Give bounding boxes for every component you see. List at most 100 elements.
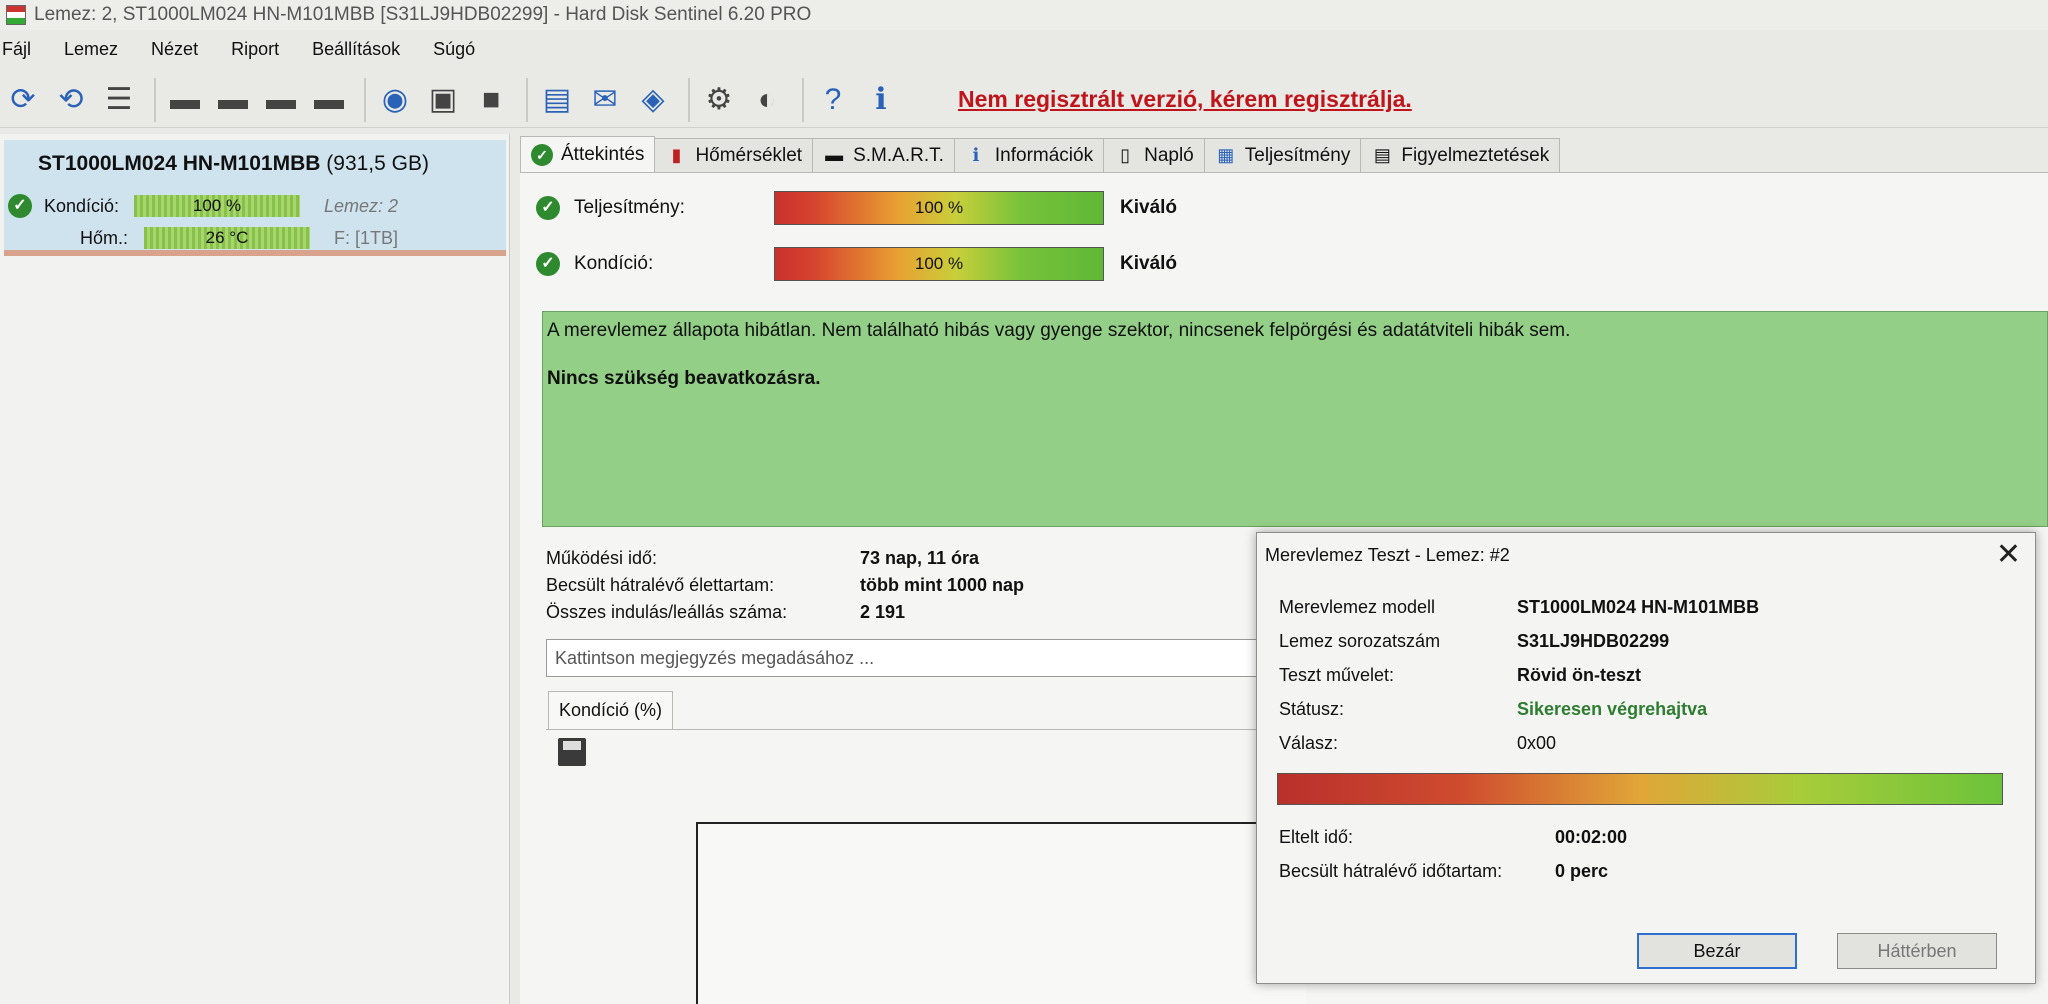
tab-temperature-label: Hőmérséklet bbox=[695, 144, 803, 166]
close-icon[interactable]: ✕ bbox=[1996, 537, 2021, 572]
tab-information-label: Információk bbox=[994, 144, 1094, 166]
status-message: A merevlemez állapota hibátlan. Nem talá… bbox=[547, 320, 1571, 341]
health-rating: Kiváló bbox=[1120, 253, 1178, 274]
health-row: ✓ Kondíció: 100 % Kiváló bbox=[536, 247, 1177, 281]
toolbar-separator bbox=[364, 77, 366, 122]
thermometer-icon: ▮ bbox=[671, 145, 682, 165]
alerts-icon: ▤ bbox=[1373, 145, 1391, 165]
menu-settings[interactable]: Beállítások bbox=[312, 39, 400, 60]
background-button[interactable]: Háttérben bbox=[1837, 933, 1997, 969]
menu-disk[interactable]: Lemez bbox=[64, 39, 118, 60]
stat-row: Összes indulás/leállás száma: 2 191 bbox=[546, 599, 1024, 626]
menu-view[interactable]: Nézet bbox=[151, 39, 198, 60]
operation-value: Rövid ön-teszt bbox=[1517, 665, 1641, 685]
operation-label: Teszt művelet: bbox=[1279, 665, 1395, 685]
disk-volume: F: [1TB] bbox=[334, 227, 399, 248]
comment-field[interactable]: Kattintson megjegyzés megadásához ... bbox=[546, 639, 1286, 677]
tab-log[interactable]: ▯ Napló bbox=[1103, 138, 1205, 172]
app-flag-icon bbox=[6, 5, 26, 25]
menu-report[interactable]: Riport bbox=[231, 39, 279, 60]
info-icon: ℹ bbox=[972, 145, 980, 165]
list-icon[interactable]: ☰ bbox=[98, 79, 140, 121]
serial-value: S31LJ9HDB02299 bbox=[1517, 631, 1670, 651]
elapsed-value: 00:02:00 bbox=[1555, 827, 1628, 847]
tab-smart[interactable]: ▬ S.M.A.R.T. bbox=[812, 138, 955, 172]
check-icon: ✓ bbox=[531, 143, 553, 166]
stat-row: Működési idő: 73 nap, 11 óra bbox=[546, 545, 1024, 572]
tab-smart-label: S.M.A.R.T. bbox=[853, 144, 944, 166]
check-icon: ✓ bbox=[8, 194, 32, 218]
tab-overview-label: Áttekintés bbox=[561, 143, 645, 165]
response-value: 0x00 bbox=[1517, 733, 1557, 753]
disk-condition-bar: 100 % bbox=[134, 195, 300, 217]
elapsed-label: Eltelt idő: bbox=[1279, 827, 1354, 847]
network-icon[interactable]: ◈ bbox=[632, 79, 674, 121]
health-label: Kondíció: bbox=[574, 253, 654, 274]
health-bar: 100 % bbox=[774, 247, 1104, 281]
performance-row: ✓ Teljesítmény: 100 % Kiváló bbox=[536, 191, 1177, 225]
dialog-remaining-row: Becsült hátralévő időtartam: 0 perc bbox=[1279, 861, 1608, 882]
refresh-icon[interactable]: ⟳ bbox=[2, 79, 44, 121]
menu-file[interactable]: Fájl bbox=[2, 39, 31, 60]
tab-overview[interactable]: ✓ Áttekintés bbox=[520, 136, 656, 172]
toolbar: ⟳ ⟲ ☰ ▬ ▬ ▬ ▬ ◉ ▣ ■ ▤ ✉ ◈ ⚙ ◐ ? ℹ Nem re… bbox=[0, 72, 2048, 128]
tab-performance[interactable]: ▦ Teljesítmény bbox=[1203, 138, 1362, 172]
stat-value: 2 191 bbox=[860, 602, 906, 622]
sound-icon[interactable]: ◐ bbox=[746, 79, 788, 121]
menu-help[interactable]: Súgó bbox=[433, 39, 475, 60]
tab-health-chart[interactable]: Kondíció (%) bbox=[548, 691, 674, 729]
title-bar: Lemez: 2, ST1000LM024 HN-M101MBB [S31LJ9… bbox=[0, 0, 2048, 30]
disk-list-pane: ST1000LM024 HN-M101MBB (931,5 GB) ✓ Kond… bbox=[0, 134, 510, 1004]
gear-icon[interactable]: ⚙ bbox=[698, 79, 740, 121]
tab-log-label: Napló bbox=[1144, 144, 1194, 166]
disk-title: ST1000LM024 HN-M101MBB (931,5 GB) bbox=[38, 152, 429, 176]
tab-alerts[interactable]: ▤ Figyelmeztetések bbox=[1360, 138, 1561, 172]
close-button[interactable]: Bezár bbox=[1637, 933, 1797, 969]
test-progress-bar bbox=[1277, 773, 2003, 805]
info-icon[interactable]: ℹ bbox=[860, 79, 902, 121]
log-icon: ▯ bbox=[1120, 145, 1131, 165]
health-chart-panel bbox=[546, 729, 1306, 1004]
refresh-alert-icon[interactable]: ⟲ bbox=[50, 79, 92, 121]
disk-stack-icon[interactable]: ▣ bbox=[422, 79, 464, 121]
register-link[interactable]: Nem regisztrált verzió, kérem regisztrál… bbox=[958, 86, 1412, 113]
stat-row: Becsült hátralévő élettartam: több mint … bbox=[546, 572, 1024, 599]
dialog-title: Merevlemez Teszt - Lemez: #2 bbox=[1265, 545, 1510, 565]
disk-test-icon[interactable]: ▬ bbox=[164, 79, 206, 121]
tab-information[interactable]: ℹ Információk bbox=[953, 138, 1105, 172]
stat-key: Működési idő: bbox=[546, 548, 658, 568]
disk-condition-label: Kondíció: bbox=[44, 195, 120, 216]
disk-check-icon[interactable]: ▬ bbox=[260, 79, 302, 121]
remaining-value: 0 perc bbox=[1555, 861, 1609, 881]
disk-tool-icon[interactable]: ▬ bbox=[308, 79, 350, 121]
dialog-status-row: Státusz: Sikeresen végrehajtva bbox=[1279, 699, 1707, 720]
save-icon[interactable] bbox=[558, 738, 586, 766]
stat-key: Becsült hátralévő élettartam: bbox=[546, 575, 775, 595]
disk-card[interactable]: ST1000LM024 HN-M101MBB (931,5 GB) ✓ Kond… bbox=[4, 140, 506, 256]
disk-stats: Működési idő: 73 nap, 11 óra Becsült hát… bbox=[546, 545, 1024, 626]
toolbar-separator bbox=[526, 77, 528, 122]
tab-temperature[interactable]: ▮ Hőmérséklet bbox=[654, 138, 814, 172]
performance-bar: 100 % bbox=[774, 191, 1104, 225]
check-icon: ✓ bbox=[536, 252, 560, 276]
help-icon[interactable]: ? bbox=[812, 79, 854, 121]
status-value: Sikeresen végrehajtva bbox=[1517, 699, 1708, 719]
dialog-elapsed-row: Eltelt idő: 00:02:00 bbox=[1279, 827, 1627, 848]
toolbar-separator bbox=[688, 77, 690, 122]
drive-icon[interactable]: ■ bbox=[470, 79, 512, 121]
health-chart-area bbox=[696, 822, 1306, 1004]
serial-label: Lemez sorozatszám bbox=[1279, 631, 1441, 651]
report-icon[interactable]: ▤ bbox=[536, 79, 578, 121]
disk-number: Lemez: 2 bbox=[324, 195, 399, 216]
stat-value: 73 nap, 11 óra bbox=[860, 548, 980, 568]
model-label: Merevlemez modell bbox=[1279, 597, 1436, 617]
tab-performance-label: Teljesítmény bbox=[1244, 144, 1351, 166]
action-message: Nincs szükség beavatkozásra. bbox=[547, 368, 821, 389]
dialog-operation-row: Teszt művelet: Rövid ön-teszt bbox=[1279, 665, 1641, 686]
status-label: Státusz: bbox=[1279, 699, 1345, 719]
email-icon[interactable]: ✉ bbox=[584, 79, 626, 121]
response-label: Válasz: bbox=[1279, 733, 1339, 753]
globe-disk-icon[interactable]: ◉ bbox=[374, 79, 416, 121]
menu-bar: Fájl Lemez Nézet Riport Beállítások Súgó bbox=[0, 34, 2048, 64]
disk-clock-icon[interactable]: ▬ bbox=[212, 79, 254, 121]
